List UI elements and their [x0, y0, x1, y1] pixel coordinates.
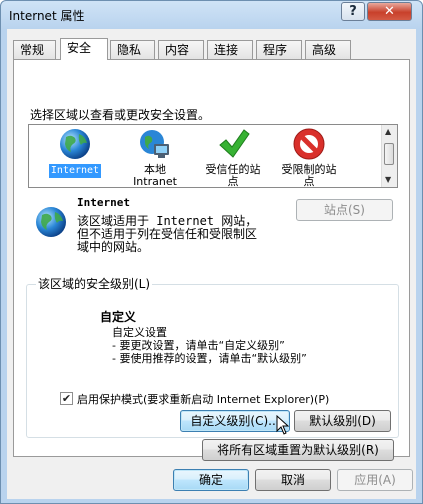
select-zone-prompt: 选择区域以查看或更改安全设置。: [30, 108, 211, 122]
no-entry-icon: [292, 127, 326, 161]
window-title: Internet 属性: [9, 9, 85, 23]
zone-restricted-label-2: 点: [303, 175, 315, 188]
zone-internet-label: Internet: [48, 164, 102, 178]
globe-icon: [58, 127, 92, 161]
protected-mode-checkbox[interactable]: ✔: [60, 392, 73, 405]
scroll-thumb[interactable]: [384, 143, 394, 165]
cancel-button[interactable]: 取消: [255, 469, 331, 491]
apply-button[interactable]: 应用(A): [337, 469, 413, 491]
zone-trusted-label-2: 点: [227, 175, 239, 188]
protected-mode-label[interactable]: 启用保护模式(要求重新启动 Internet Explorer)(P): [77, 391, 329, 407]
dialog-client-area: 常规 安全 隐私 内容 连接 程序 高级 选择区域以查看或更改安全设置。 Int…: [7, 29, 416, 499]
intranet-globe-icon: [138, 127, 172, 161]
tab-security[interactable]: 安全: [60, 38, 108, 60]
tab-connections[interactable]: 连接: [207, 40, 253, 59]
reset-all-zones-button[interactable]: 将所有区域重置为默认级别(R): [202, 439, 394, 461]
scroll-up-icon[interactable]: ▲: [385, 127, 391, 136]
green-check-icon: [216, 127, 250, 161]
selected-zone-name: Internet: [77, 196, 130, 209]
tab-general[interactable]: 常规: [13, 40, 56, 59]
help-button[interactable]: ?: [341, 2, 365, 21]
sites-button[interactable]: 站点(S): [296, 199, 393, 221]
zone-local-intranet[interactable]: 本地 Intranet: [117, 127, 193, 188]
custom-level-button[interactable]: 自定义级别(C)...: [180, 410, 290, 432]
security-level-group-title: 该区域的安全级别(L): [36, 275, 153, 292]
security-level-name: 自定义: [100, 310, 137, 324]
zone-list-scrollbar[interactable]: ▲ ▼: [381, 125, 397, 187]
zone-list[interactable]: Internet 本地 Intranet 受信任的站 点 受限制的站 点 ▲ ▼: [28, 124, 398, 188]
selected-zone-globe-icon: [34, 205, 68, 239]
zone-restricted-sites[interactable]: 受限制的站 点: [271, 127, 347, 188]
tab-programs[interactable]: 程序: [256, 40, 302, 59]
ok-button[interactable]: 确定: [173, 469, 249, 491]
title-bar[interactable]: Internet 属性 ? ✕: [1, 1, 422, 29]
default-level-button[interactable]: 默认级别(D): [294, 410, 391, 432]
scroll-down-icon[interactable]: ▼: [385, 175, 391, 184]
level-desc-line-3: - 要使用推荐的设置，请单击“默认级别”: [112, 352, 307, 365]
internet-properties-window: Internet 属性 ? ✕ 常规 安全 隐私 内容 连接 程序 高级 选择区…: [0, 0, 423, 504]
security-tab-panel: 选择区域以查看或更改安全设置。 Internet 本地 Intranet 受信任…: [13, 59, 410, 461]
tab-advanced[interactable]: 高级: [305, 40, 351, 59]
zone-intranet-label-2: Intranet: [133, 175, 177, 188]
tab-privacy[interactable]: 隐私: [110, 40, 155, 59]
tab-content[interactable]: 内容: [158, 40, 204, 59]
zone-trusted-sites[interactable]: 受信任的站 点: [195, 127, 271, 188]
selected-zone-description: 该区域适用于 Internet 网站，但不适用于列在受信任和受限制区域中的网站。: [77, 214, 258, 254]
mouse-pointer-icon: [276, 414, 290, 438]
close-button[interactable]: ✕: [367, 2, 412, 21]
zone-internet[interactable]: Internet: [37, 127, 113, 178]
